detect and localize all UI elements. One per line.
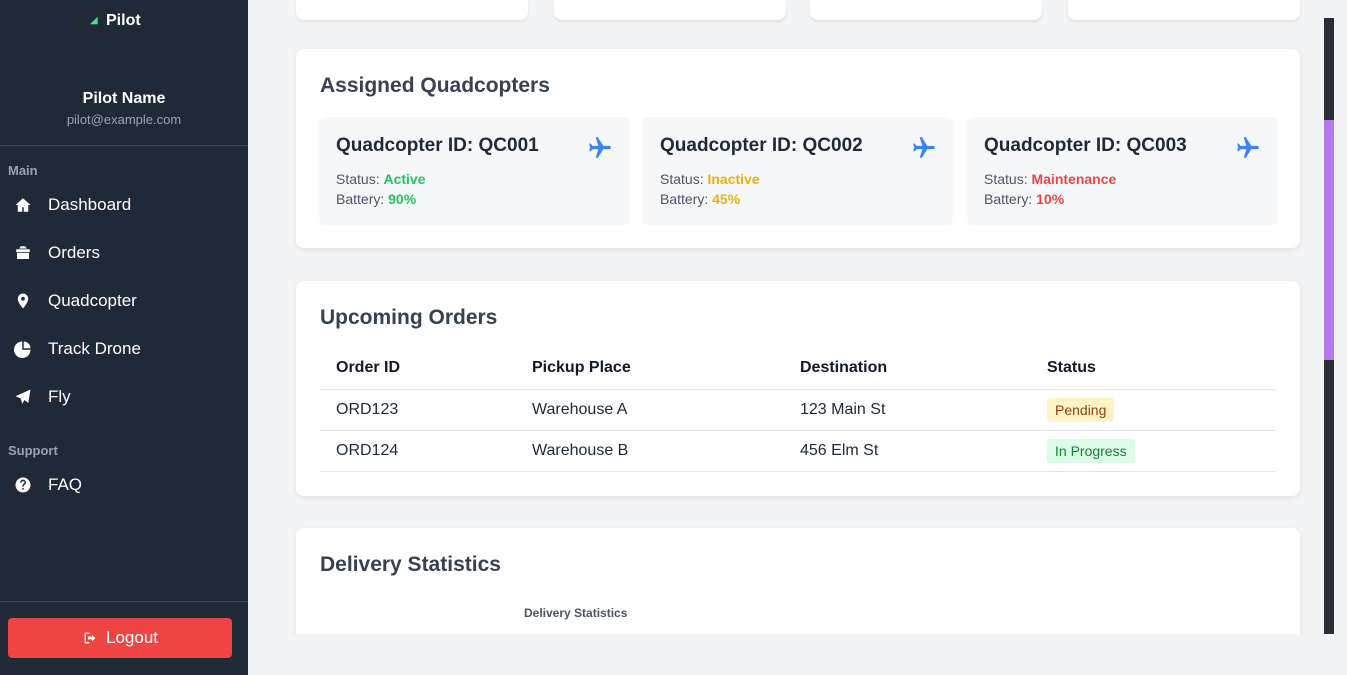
- stat-card: [810, 0, 1042, 20]
- assigned-quadcopters-card: Assigned Quadcopters Quadcopter ID: QC00…: [296, 49, 1300, 248]
- logo-icon: ◢: [90, 15, 98, 26]
- chart-title: Delivery Statistics: [524, 606, 628, 620]
- quadcopter-status: Status: Maintenance: [984, 171, 1117, 187]
- sidebar-item-orders[interactable]: Orders: [0, 233, 248, 273]
- column-header: Pickup Place: [516, 347, 784, 390]
- table-row[interactable]: ORD124 Warehouse B 456 Elm St In Progres…: [320, 430, 1276, 472]
- quadcopter-battery: Battery: 90%: [336, 191, 417, 207]
- order-id: ORD123: [320, 389, 516, 431]
- section-label-support: Support: [8, 443, 58, 458]
- quadcopter-card[interactable]: Quadcopter ID: QC001 Status: Active Batt…: [319, 117, 629, 225]
- profile-name: Pilot Name: [82, 90, 166, 107]
- section-title: Upcoming Orders: [320, 306, 498, 329]
- table-header-row: Order ID Pickup Place Destination Status: [320, 347, 1276, 390]
- quadcopter-id: Quadcopter ID: QC002: [660, 135, 863, 156]
- stat-card: [296, 0, 528, 20]
- paper-plane-icon: [15, 389, 31, 404]
- pie-chart-icon: [14, 341, 31, 358]
- quadcopter-battery: Battery: 10%: [984, 191, 1065, 207]
- section-title: Delivery Statistics: [320, 553, 501, 576]
- table-row[interactable]: ORD123 Warehouse A 123 Main St Pending: [320, 389, 1276, 431]
- question-circle-icon: [15, 477, 31, 493]
- brand-name: Pilot: [106, 12, 141, 29]
- home-icon: [15, 198, 31, 212]
- brand-logo[interactable]: ◢ Pilot: [90, 12, 141, 30]
- pickup-place: Warehouse A: [516, 389, 784, 431]
- sidebar-item-track-drone[interactable]: Track Drone: [0, 329, 248, 369]
- logout-icon: [84, 632, 96, 644]
- quadcopter-status: Status: Inactive: [660, 171, 760, 187]
- destination: 123 Main St: [784, 389, 1031, 431]
- stat-card: [554, 0, 786, 20]
- quadcopter-card[interactable]: Quadcopter ID: QC003 Status: Maintenance…: [967, 117, 1277, 225]
- page-bottom-fill: [248, 634, 1347, 675]
- status-badge: Pending: [1047, 397, 1115, 422]
- destination: 456 Elm St: [784, 430, 1031, 472]
- sidebar-item-label: Fly: [48, 387, 71, 406]
- quadcopter-id: Quadcopter ID: QC003: [984, 135, 1187, 156]
- box-icon: [16, 246, 30, 259]
- sidebar-item-label: FAQ: [48, 475, 83, 494]
- pickup-place: Warehouse B: [516, 430, 784, 472]
- status-badge: In Progress: [1047, 438, 1135, 463]
- quadcopter-status: Status: Active: [336, 171, 426, 187]
- column-header: Order ID: [320, 347, 516, 390]
- status-cell: In Progress: [1031, 430, 1276, 472]
- sidebar: ◢ Pilot Pilot Name pilot@example.com Mai…: [0, 0, 248, 675]
- sidebar-item-dashboard[interactable]: Dashboard: [0, 185, 248, 225]
- section-title: Assigned Quadcopters: [320, 74, 550, 97]
- sidebar-item-fly[interactable]: Fly: [0, 377, 248, 417]
- logout-label: Logout: [106, 628, 158, 647]
- sidebar-item-label: Dashboard: [48, 195, 132, 214]
- sidebar-divider: [0, 145, 248, 146]
- sidebar-item-label: Quadcopter: [48, 291, 137, 310]
- map-pin-icon: [17, 293, 29, 309]
- quadcopter-card[interactable]: Quadcopter ID: QC002 Status: Inactive Ba…: [643, 117, 953, 225]
- upcoming-orders-card: Upcoming Orders Order ID Pickup Place De…: [296, 281, 1300, 496]
- quadcopter-id: Quadcopter ID: QC001: [336, 135, 539, 156]
- sidebar-item-quadcopter[interactable]: Quadcopter: [0, 281, 248, 321]
- section-label-main: Main: [8, 163, 38, 178]
- order-id: ORD124: [320, 430, 516, 472]
- airplane-icon: [1237, 137, 1259, 158]
- status-cell: Pending: [1031, 389, 1276, 431]
- orders-table: Order ID Pickup Place Destination Status…: [320, 347, 1276, 472]
- scrollbar-thumb[interactable]: [1324, 120, 1334, 360]
- airplane-icon: [589, 137, 611, 158]
- logout-button[interactable]: Logout: [8, 618, 232, 658]
- stat-card: [1068, 0, 1300, 20]
- sidebar-item-label: Orders: [48, 243, 100, 262]
- airplane-icon: [913, 137, 935, 158]
- sidebar-divider: [0, 601, 248, 602]
- profile: Pilot Name pilot@example.com: [0, 90, 248, 127]
- column-header: Destination: [784, 347, 1031, 390]
- quadcopter-battery: Battery: 45%: [660, 191, 741, 207]
- sidebar-item-label: Track Drone: [48, 339, 141, 358]
- profile-email: pilot@example.com: [66, 112, 182, 127]
- column-header: Status: [1031, 347, 1276, 390]
- sidebar-item-faq[interactable]: FAQ: [0, 465, 248, 505]
